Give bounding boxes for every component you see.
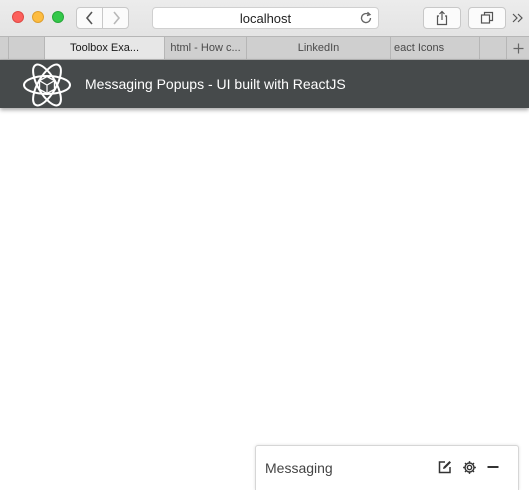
compose-icon: [438, 461, 451, 474]
pinned-tab-space: [9, 37, 45, 59]
history-navigation: [76, 7, 129, 29]
back-icon: [85, 11, 93, 25]
messaging-title[interactable]: Messaging: [265, 460, 333, 476]
reload-button[interactable]: [359, 11, 373, 28]
new-tab-button[interactable]: [506, 37, 529, 59]
tab-bar: Toolbox Exa... html - How c... LinkedIn …: [0, 36, 529, 60]
messaging-popup[interactable]: Messaging: [255, 445, 519, 490]
app-header: Messaging Popups - UI built with ReactJS: [0, 60, 529, 108]
tab-linkedin[interactable]: LinkedIn: [247, 37, 391, 59]
settings-button[interactable]: [461, 459, 477, 475]
zoom-window-button[interactable]: [52, 11, 64, 23]
address-bar[interactable]: localhost: [152, 7, 379, 29]
minimize-window-button[interactable]: [32, 11, 44, 23]
address-text: localhost: [239, 10, 292, 26]
tab-bar-edge: [0, 37, 9, 59]
tab-html-how[interactable]: html - How c...: [165, 37, 247, 59]
settings-icon: [462, 460, 476, 474]
forward-button[interactable]: [102, 8, 128, 28]
close-window-button[interactable]: [12, 11, 24, 23]
react-atom-logo: [23, 63, 71, 107]
more-toolbar-button[interactable]: [510, 10, 526, 26]
new-tab-icon: [513, 43, 523, 53]
tab-react-icons[interactable]: eact Icons: [391, 37, 480, 59]
compose-button[interactable]: [437, 459, 453, 475]
share-icon: [436, 10, 448, 26]
minimize-button[interactable]: [485, 459, 501, 475]
tabs-overview-icon: [480, 11, 494, 24]
tab-overview-button[interactable]: [468, 7, 506, 29]
share-button[interactable]: [423, 7, 461, 29]
more-icon: [512, 13, 523, 23]
back-button[interactable]: [77, 8, 102, 28]
forward-icon: [112, 11, 120, 25]
minimize-icon: [487, 466, 499, 468]
page-title: Messaging Popups - UI built with ReactJS: [85, 76, 346, 92]
browser-toolbar: localhost: [0, 0, 529, 36]
browser-chrome: localhost Toolbox Exa... html - How c...…: [0, 0, 529, 60]
tab-toolbox-example[interactable]: Toolbox Exa...: [45, 37, 165, 59]
reload-icon: [360, 11, 372, 24]
